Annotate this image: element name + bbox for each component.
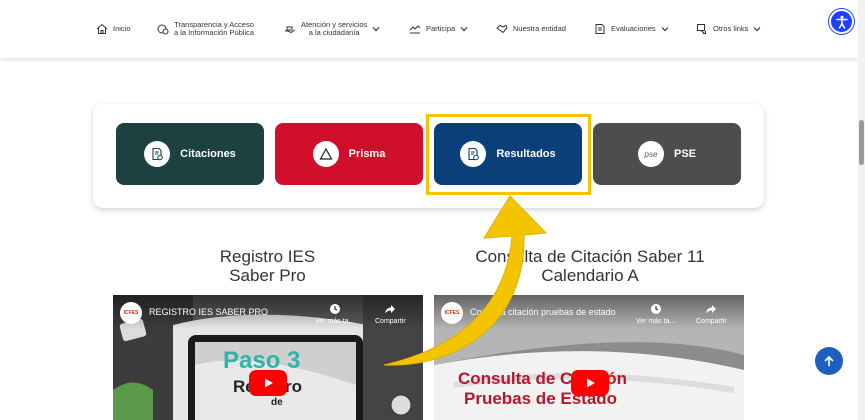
arrow-up-icon xyxy=(824,355,834,367)
yellow-pointer-arrow xyxy=(383,195,548,366)
scroll-to-top-button[interactable] xyxy=(815,347,843,375)
